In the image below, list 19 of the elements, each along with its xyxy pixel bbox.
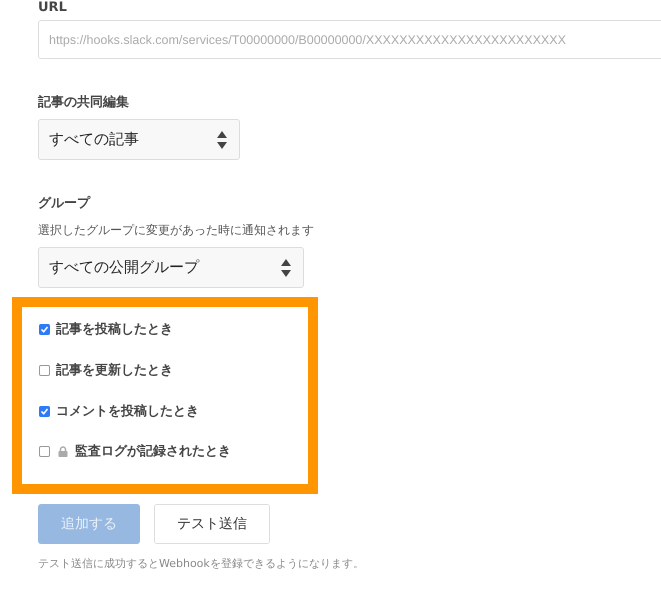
checkbox[interactable] <box>39 324 50 335</box>
checkbox-label: 監査ログが記録されたとき <box>75 443 231 460</box>
field-label: グループ <box>38 196 92 212</box>
select-dropdown[interactable]: すべての公開グループ <box>38 247 304 288</box>
url-field[interactable]: https://hooks.slack.com/services/T00000000/B00000000/XXXXXXXXXXXXXXXXXXXXXXXX <box>38 20 661 59</box>
form-button[interactable]: テスト送信 <box>154 504 270 544</box>
field-label: URL <box>38 0 68 16</box>
checkbox-label: 記事を投稿したとき <box>56 321 173 338</box>
checkbox[interactable] <box>39 446 50 458</box>
checkbox-label: 記事を更新したとき <box>56 362 173 379</box>
checkbox-label: コメントを投稿したとき <box>56 402 199 420</box>
updown-icon <box>281 258 291 278</box>
checkbox[interactable] <box>39 406 50 416</box>
checkbox[interactable] <box>39 364 50 376</box>
updown-icon <box>217 130 227 150</box>
field-label: 記事の共同編集 <box>38 95 130 111</box>
field-description: 選択したグループに変更があった時に通知されます <box>38 222 315 239</box>
select-dropdown[interactable]: すべての記事 <box>38 119 240 160</box>
hint-text: テスト送信に成功するとWebhookを登録できるようになります。 <box>38 556 365 571</box>
